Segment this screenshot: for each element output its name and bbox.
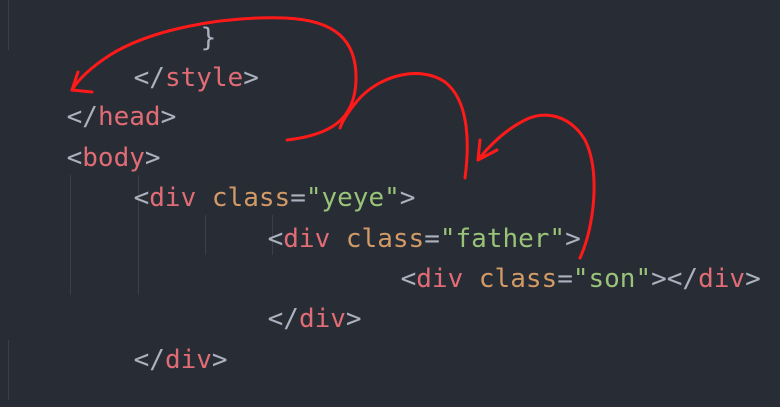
tag-close: >: [243, 63, 259, 93]
code-line: </div>: [205, 259, 362, 334]
code-editor[interactable]: } </style> </head> <body> <div class="ye…: [0, 0, 780, 407]
tag-name: div: [283, 224, 331, 254]
code-line: <div class="son"></div>: [338, 219, 761, 294]
code-line: }: [138, 0, 217, 53]
indent-guide: [8, 340, 9, 400]
tag-name: style: [164, 63, 244, 93]
tag-close: >: [345, 304, 362, 334]
tag-close: >: [160, 102, 177, 132]
tag-close: >: [745, 264, 761, 294]
tag-name: div: [298, 304, 346, 334]
code-line: <body>: [4, 98, 161, 173]
tag-name: div: [149, 183, 197, 213]
indent-guide: [8, 0, 9, 50]
tag-open: </: [267, 304, 299, 334]
tag-open: <: [267, 224, 284, 254]
tag-name: div: [698, 264, 746, 294]
arrow-son-to-father-head: [476, 138, 499, 162]
code-line: <div class="yeye">: [71, 138, 416, 213]
tag-name: div: [164, 345, 212, 375]
code-line: </style>: [71, 18, 259, 93]
tag-name: div: [416, 264, 464, 294]
attr-name: class: [478, 264, 558, 294]
code-line: <div class="father">: [205, 179, 581, 254]
tag-close: >: [211, 345, 228, 375]
code-line: </div>: [71, 300, 228, 375]
code-line: </head>: [4, 57, 177, 132]
attr-value: "son": [572, 264, 652, 294]
tag-open: </: [133, 345, 165, 375]
tag-open: <: [400, 264, 417, 294]
tag-close: ></: [651, 264, 699, 294]
tag-open: <: [133, 183, 150, 213]
attr-equals: =: [557, 264, 573, 294]
